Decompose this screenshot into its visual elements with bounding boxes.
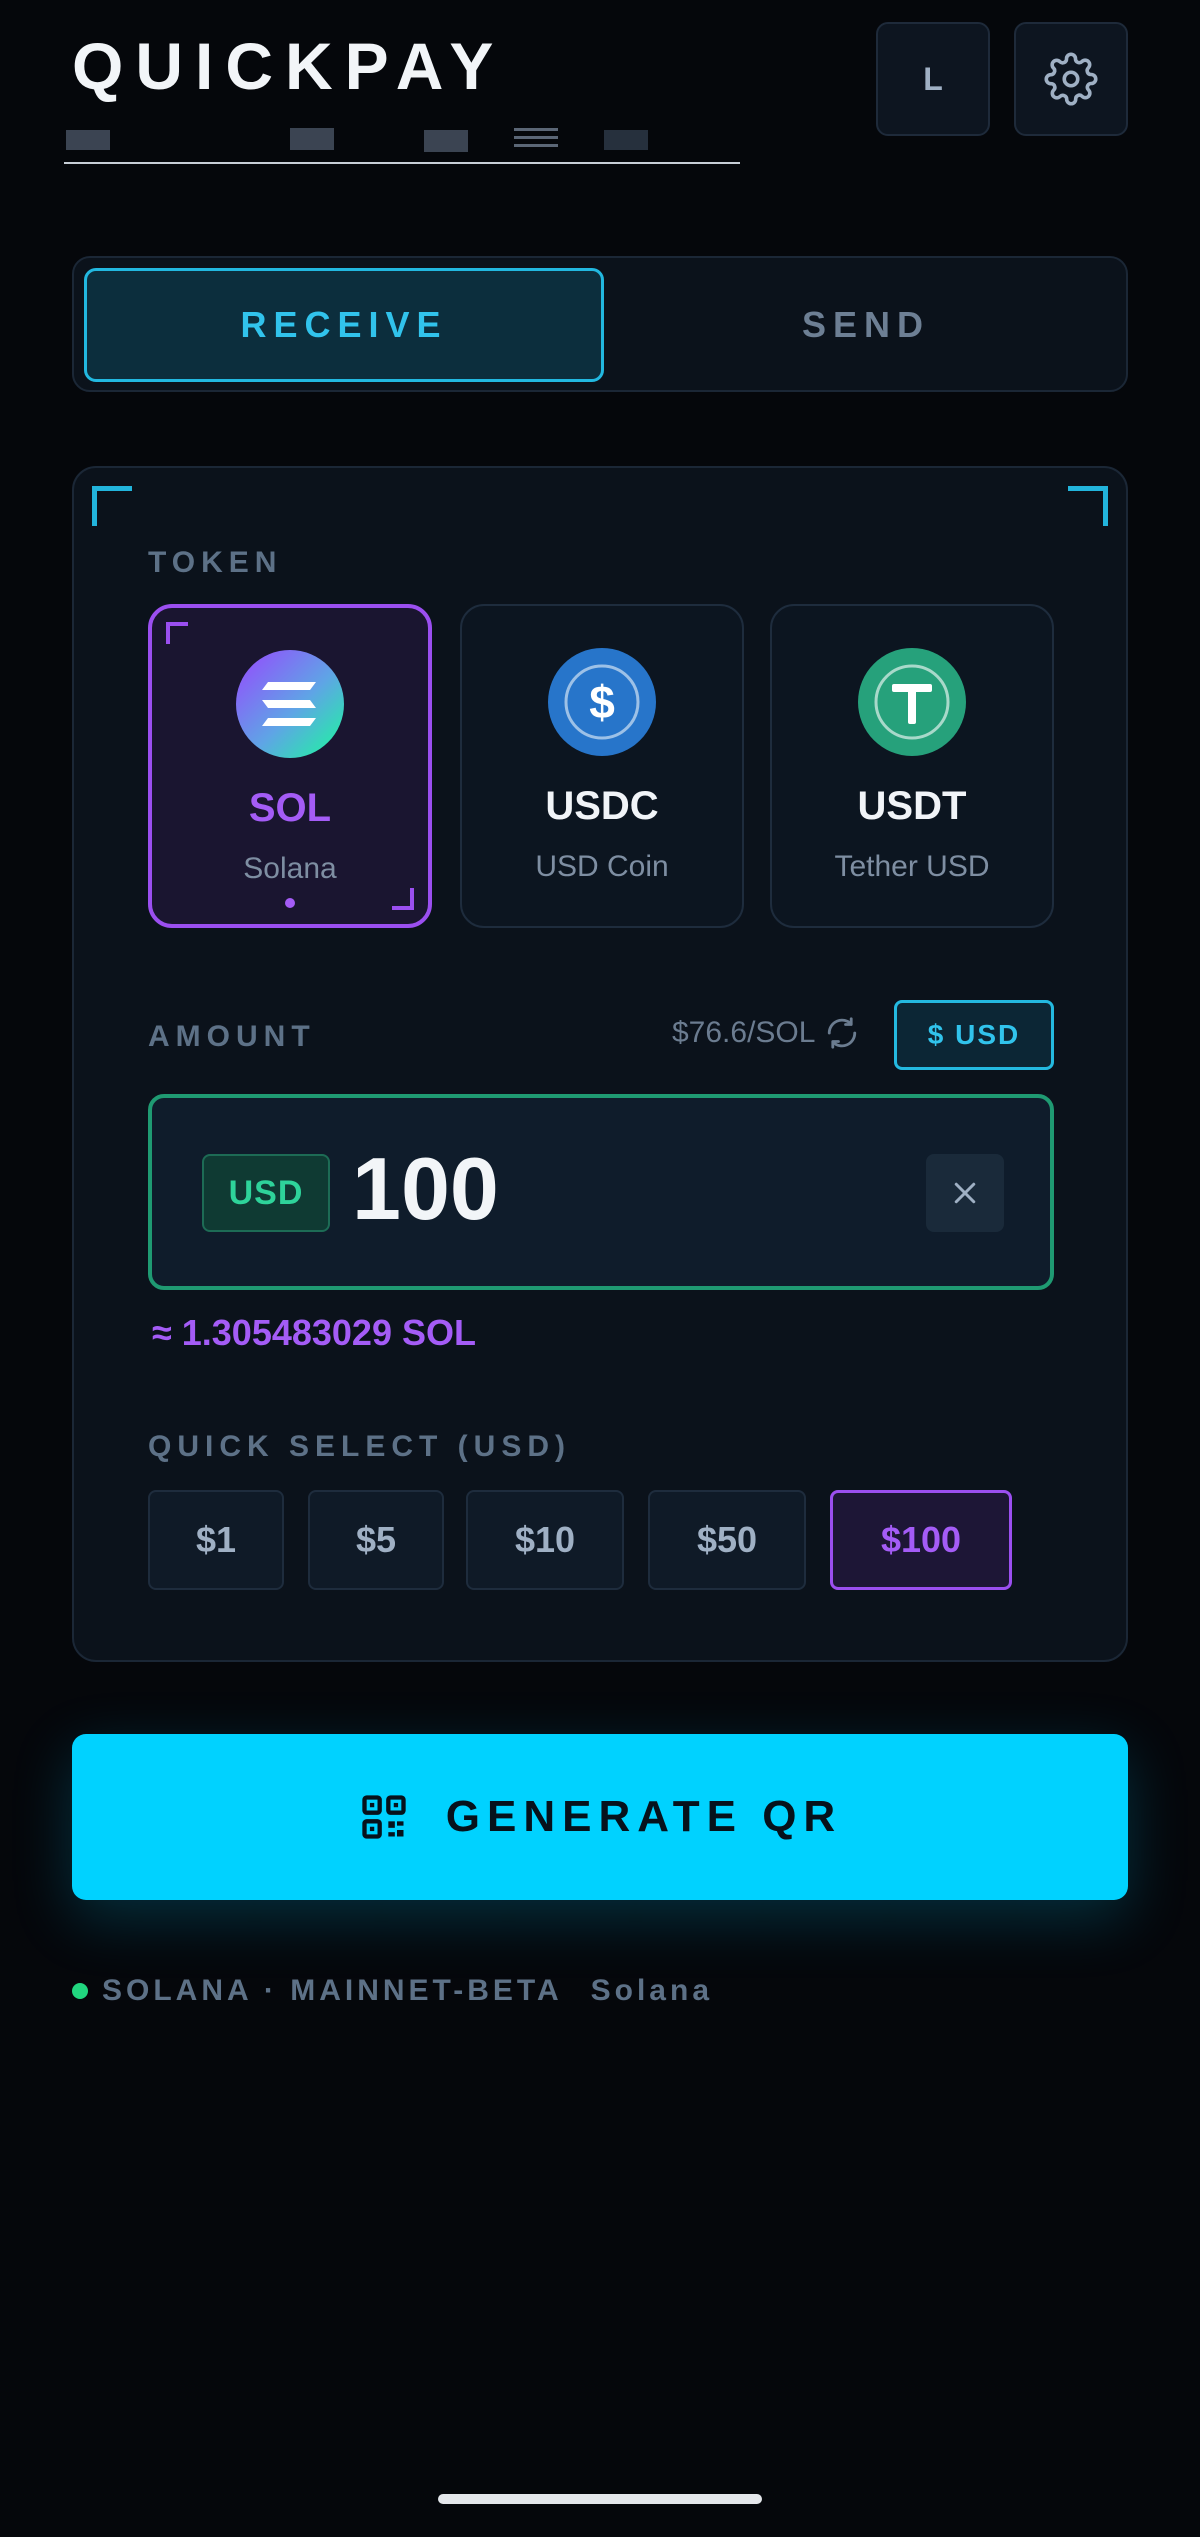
token-symbol: SOL: [248, 786, 332, 830]
status-dot-icon: [72, 1983, 88, 1999]
amount-input[interactable]: 100: [352, 1138, 499, 1240]
tab-receive[interactable]: RECEIVE: [84, 268, 604, 382]
amount-input-box[interactable]: USD 100: [148, 1094, 1054, 1290]
quick-select-5[interactable]: $5: [308, 1490, 444, 1590]
token-corner: [392, 888, 414, 910]
token-name: Tether USD: [834, 850, 990, 883]
token-option-usdt[interactable]: USDT Tether USD: [770, 604, 1054, 928]
exchange-rate: $76.6/SOL: [672, 1016, 859, 1050]
app-brand: QUICKPAY: [72, 29, 506, 103]
brand-glitch-decoration: [64, 124, 744, 164]
currency-toggle-button[interactable]: $ USD: [894, 1000, 1054, 1070]
tab-send[interactable]: SEND: [614, 268, 1118, 382]
card-corner-top-left: [92, 486, 132, 526]
generate-qr-label: GENERATE QR: [445, 1792, 843, 1841]
refresh-icon[interactable]: [825, 1016, 859, 1050]
token-option-sol[interactable]: SOL Solana: [148, 604, 432, 928]
home-indicator[interactable]: [438, 2494, 762, 2504]
profile-button[interactable]: L: [876, 22, 990, 136]
token-section-label: TOKEN: [148, 546, 283, 579]
chain-name: Solana: [590, 1974, 714, 2007]
solana-icon: [236, 650, 344, 758]
svg-text:$: $: [589, 676, 615, 728]
close-icon: [954, 1182, 976, 1204]
avatar-letter: L: [923, 60, 943, 97]
token-name: Solana: [243, 852, 337, 885]
token-corner: [166, 622, 188, 644]
currency-tag: USD: [202, 1154, 330, 1232]
brand-underline: [64, 162, 740, 164]
quick-select-label: QUICK SELECT (USD): [148, 1430, 571, 1463]
quick-select-1[interactable]: $1: [148, 1490, 284, 1590]
quick-select-10[interactable]: $10: [466, 1490, 624, 1590]
amount-section-label: AMOUNT: [148, 1020, 316, 1053]
card-corner-top-right: [1068, 486, 1108, 526]
converted-amount: ≈ 1.305483029 SOL: [152, 1312, 476, 1353]
token-symbol: USDT: [857, 784, 967, 828]
mode-tabs: RECEIVE SEND: [72, 256, 1128, 392]
qr-code-icon: [362, 1795, 406, 1839]
quick-select-100[interactable]: $100: [830, 1490, 1012, 1590]
settings-button[interactable]: [1014, 22, 1128, 136]
token-symbol: USDC: [545, 784, 659, 828]
quick-select-50[interactable]: $50: [648, 1490, 806, 1590]
network-name: SOLANA · MAINNET-BETA: [102, 1974, 563, 2007]
token-option-usdc[interactable]: $ USDC USD Coin: [460, 604, 744, 928]
gear-icon: [1044, 52, 1098, 106]
selected-indicator: [285, 898, 295, 908]
payment-card: TOKEN SOL Solana $ USDC USD Coin USDT Te…: [72, 466, 1128, 1662]
tether-icon: [858, 648, 966, 756]
generate-qr-button[interactable]: GENERATE QR: [72, 1734, 1128, 1900]
clear-amount-button[interactable]: [926, 1154, 1004, 1232]
token-name: USD Coin: [535, 850, 669, 883]
network-status: SOLANA · MAINNET-BETA Solana: [72, 1974, 713, 2008]
usdc-icon: $: [548, 648, 656, 756]
rate-text: $76.6/SOL: [672, 1016, 816, 1049]
